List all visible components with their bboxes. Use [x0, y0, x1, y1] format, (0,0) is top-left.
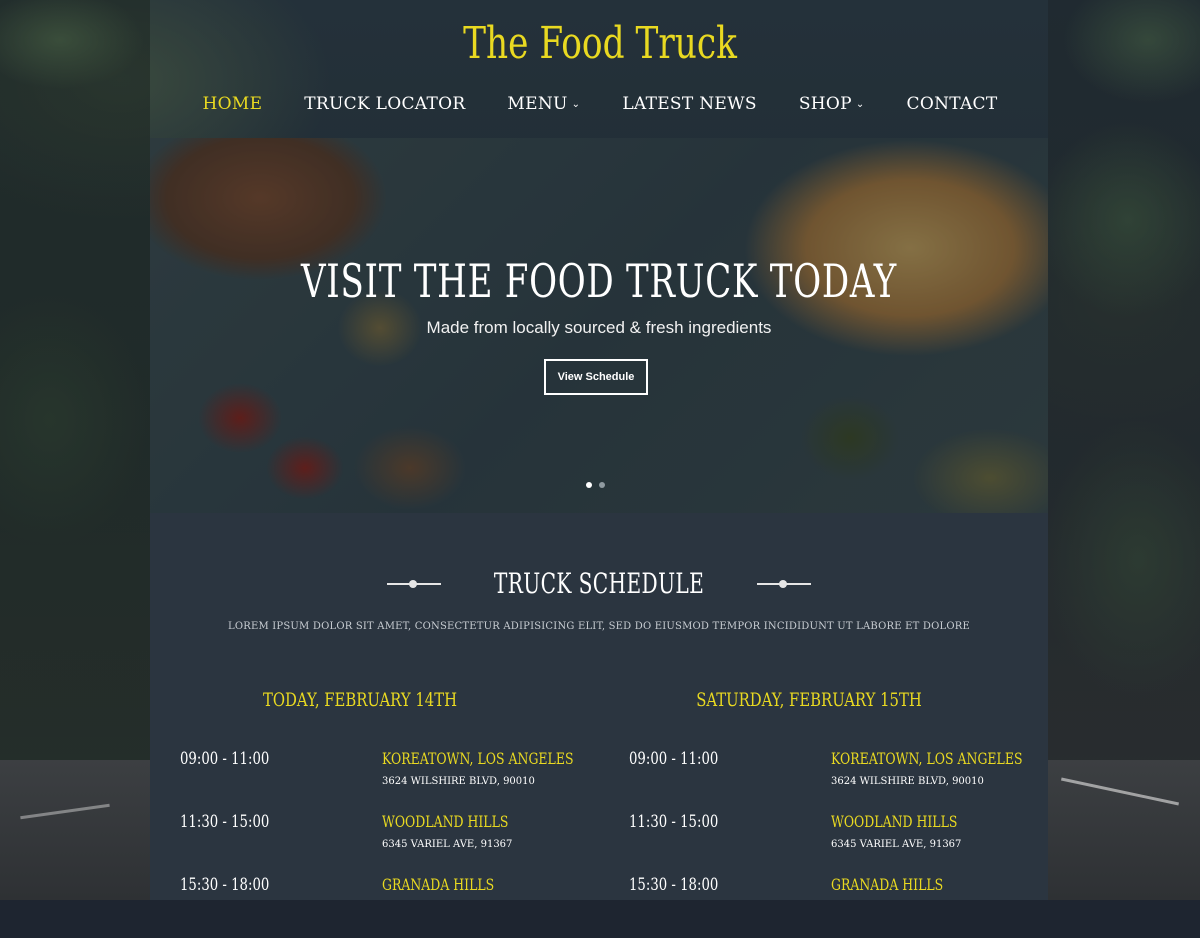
chevron-down-icon: ⌄: [571, 98, 581, 110]
slot-location[interactable]: Granada Hills: [831, 875, 943, 894]
slider-dot-1[interactable]: [586, 482, 592, 488]
schedule-slot: 15:30 - 18:00 Granada Hills: [180, 875, 600, 938]
slot-time: 11:30 - 15:00: [629, 812, 719, 832]
chevron-down-icon: ⌄: [855, 98, 865, 110]
section-heading: Truck Schedule: [150, 567, 1048, 600]
truck-schedule-section: Truck Schedule Lorem ipsum dolor sit ame…: [150, 513, 1048, 900]
schedule-day: Saturday, February 15th 09:00 - 11:00 Ko…: [629, 689, 1049, 938]
nav-item-latest-news[interactable]: Latest News: [601, 94, 777, 114]
slot-location[interactable]: Granada Hills: [382, 875, 494, 894]
site-logo[interactable]: The Food Truck: [132, 18, 1068, 69]
schedule-day: Today, February 14th 09:00 - 11:00 Korea…: [180, 689, 600, 938]
slot-time: 15:30 - 18:00: [180, 875, 270, 895]
slot-location[interactable]: Koreatown, Los Angeles: [382, 749, 573, 768]
schedule-title: Truck Schedule: [493, 567, 705, 600]
schedule-slot: 09:00 - 11:00 Koreatown, Los Angeles 362…: [180, 749, 600, 812]
schedule-description: Lorem ipsum dolor sit amet, consectetur …: [228, 621, 970, 632]
slider-pagination: [586, 482, 605, 488]
ornament-divider-icon: [757, 577, 812, 591]
schedule-slot: 15:30 - 18:00 Granada Hills: [629, 875, 1049, 938]
slot-address: 3624 Wilshire Blvd, 90010: [382, 776, 535, 787]
slot-location[interactable]: Woodland Hills: [382, 812, 508, 831]
nav-item-menu[interactable]: Menu ⌄: [486, 94, 601, 114]
nav-item-contact[interactable]: Contact: [886, 94, 1019, 114]
nav-item-label: Contact: [906, 94, 998, 114]
nav-item-label: Latest News: [622, 94, 757, 114]
nav-item-truck-locator[interactable]: Truck Locator: [283, 94, 486, 114]
slot-location[interactable]: Koreatown, Los Angeles: [831, 749, 1022, 768]
main-nav: Home Truck Locator Menu ⌄ Latest News Sho…: [0, 94, 1200, 114]
ornament-divider-icon: [386, 577, 441, 591]
nav-item-label: Menu: [507, 94, 568, 114]
nav-item-label: Shop: [798, 94, 852, 114]
hero-subtitle: Made from locally sourced & fresh ingred…: [426, 318, 772, 337]
nav-item-shop[interactable]: Shop ⌄: [778, 94, 886, 114]
day-title: Today, February 14th: [262, 689, 458, 711]
nav-item-home[interactable]: Home: [182, 94, 284, 114]
slot-address: 3624 Wilshire Blvd, 90010: [831, 776, 984, 787]
hero-title: Visit The Food Truck Today: [300, 254, 898, 308]
slider-dot-2[interactable]: [599, 482, 605, 488]
schedule-slot: 11:30 - 15:00 Woodland Hills 6345 Variel…: [629, 812, 1049, 875]
view-schedule-button[interactable]: View Schedule: [544, 359, 648, 395]
schedule-slot: 09:00 - 11:00 Koreatown, Los Angeles 362…: [629, 749, 1049, 812]
schedule-slot: 11:30 - 15:00 Woodland Hills 6345 Variel…: [180, 812, 600, 875]
nav-item-label: Home: [202, 94, 263, 114]
slot-location[interactable]: Woodland Hills: [831, 812, 957, 831]
slot-address: 6345 Variel Ave, 91367: [831, 839, 962, 850]
slot-address: 6345 Variel Ave, 91367: [382, 839, 513, 850]
slot-time: 09:00 - 11:00: [180, 749, 270, 769]
slot-time: 09:00 - 11:00: [629, 749, 719, 769]
hero-slider: Visit The Food Truck Today Made from loc…: [150, 138, 1048, 513]
slot-time: 11:30 - 15:00: [180, 812, 270, 832]
day-title: Saturday, February 15th: [696, 689, 922, 711]
nav-item-label: Truck Locator: [304, 94, 466, 114]
slot-time: 15:30 - 18:00: [629, 875, 719, 895]
